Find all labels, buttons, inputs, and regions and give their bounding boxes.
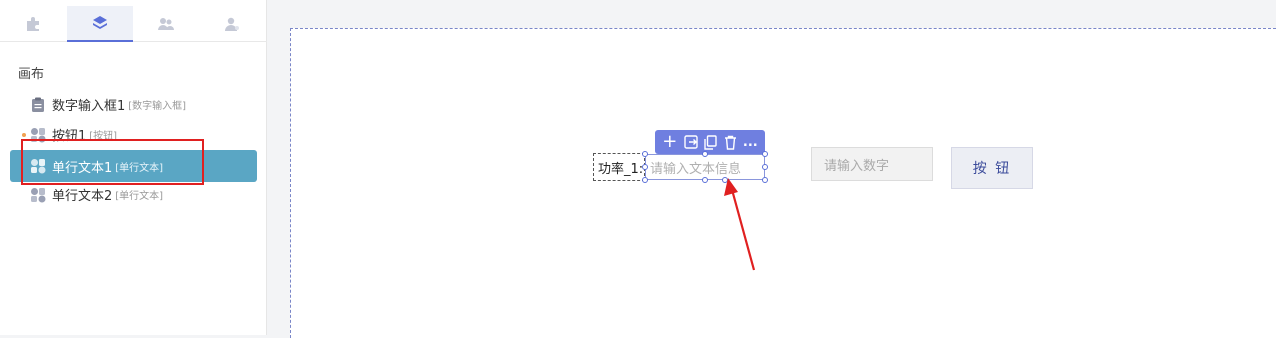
text-field-label: 功率_1:: [593, 153, 645, 181]
delete-button[interactable]: [724, 135, 737, 150]
tree-item-number-input[interactable]: 数字输入框1 [数字输入框]: [10, 89, 257, 120]
highlight-box: [21, 139, 204, 185]
tree-item-type: [单行文本]: [115, 191, 164, 202]
number-input[interactable]: 请输入数字: [811, 147, 933, 181]
clipboard-icon: [30, 97, 46, 113]
resize-handle[interactable]: [702, 151, 708, 157]
copy-button[interactable]: [704, 134, 717, 150]
resize-handle[interactable]: [762, 151, 768, 157]
user-settings-icon: [225, 17, 239, 31]
tab-layers[interactable]: [67, 6, 133, 42]
resize-handle[interactable]: [702, 177, 708, 183]
tab-users[interactable]: [133, 6, 199, 42]
tree-item-label: 单行文本2: [52, 189, 113, 204]
users-icon: [158, 18, 174, 30]
trash-icon: [724, 135, 736, 150]
move-out-icon: [684, 135, 698, 149]
component-icon: [30, 187, 46, 203]
layers-icon: [93, 16, 107, 29]
element-toolbar: + ...: [655, 130, 765, 154]
puzzle-icon: [27, 17, 39, 31]
resize-handle[interactable]: [642, 164, 648, 170]
resize-handle[interactable]: [642, 177, 648, 183]
move-out-button[interactable]: [684, 135, 698, 149]
design-canvas[interactable]: [290, 28, 1276, 338]
resize-handle[interactable]: [762, 164, 768, 170]
tab-user-settings[interactable]: [199, 6, 265, 42]
tree-item-type: [数字输入框]: [128, 101, 187, 112]
tree-root-canvas[interactable]: 画布: [18, 63, 44, 82]
canvas-button[interactable]: 按 钮: [951, 147, 1033, 189]
sidebar-tabbar: [0, 6, 267, 42]
resize-handle[interactable]: [762, 177, 768, 183]
component-sidebar: 画布 数字输入框1 [数字输入框] 按钮1 [按钮] 单行文本1 [单行文本] …: [0, 0, 267, 335]
tree-item-label: 数字输入框1: [52, 99, 126, 114]
resize-handle[interactable]: [642, 151, 648, 157]
annotation-arrow-icon: [724, 178, 756, 271]
tab-components[interactable]: [0, 6, 66, 42]
more-button[interactable]: ...: [743, 136, 758, 149]
copy-icon: [704, 134, 717, 150]
add-button[interactable]: +: [662, 133, 677, 151]
